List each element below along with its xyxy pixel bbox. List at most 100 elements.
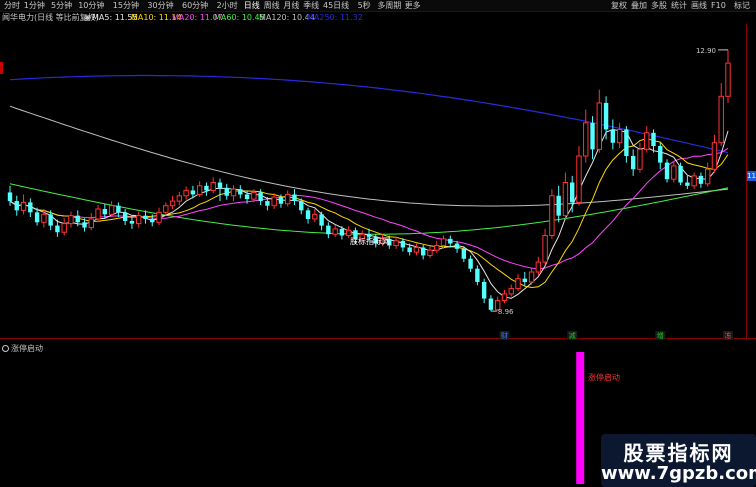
candle-body xyxy=(258,192,263,202)
candle-body xyxy=(285,193,291,205)
candle-body xyxy=(169,200,176,207)
candle-body xyxy=(501,293,508,302)
last-price-tag: 11 xyxy=(747,171,756,181)
low-price-label: 8.96 xyxy=(498,308,514,316)
candle-body xyxy=(671,165,677,180)
candle-body xyxy=(299,201,304,211)
indicator-signal-bar xyxy=(576,352,585,484)
candle-body xyxy=(116,205,121,213)
event-marker-0: 财 xyxy=(501,331,508,340)
candle-body xyxy=(603,102,609,130)
candle-body xyxy=(238,189,243,195)
candle-body xyxy=(88,218,94,229)
indicator-title: 涨停启动 xyxy=(2,343,43,354)
kline-chart-svg[interactable]: 12.90 8.96 股标指标网财 减 增 冻 xyxy=(0,0,756,487)
candle-body xyxy=(508,288,514,295)
candle-body xyxy=(685,182,690,186)
candle-body xyxy=(339,228,345,236)
candle-body xyxy=(61,223,67,233)
candle-body xyxy=(14,201,19,211)
candle-body xyxy=(711,142,718,170)
candle-body xyxy=(658,146,663,163)
candle-body xyxy=(129,220,135,224)
candle-body xyxy=(481,281,487,299)
candle-body xyxy=(570,182,575,203)
candle-body xyxy=(468,258,473,269)
candle-body xyxy=(7,192,13,202)
candle-body xyxy=(204,185,209,191)
candle-body xyxy=(20,201,27,211)
candle-body xyxy=(143,215,148,219)
candle-body xyxy=(596,102,603,150)
watermark-title: 股票指标网 xyxy=(623,441,734,465)
candle-body xyxy=(271,196,277,207)
ma5-line xyxy=(9,128,729,299)
candle-body xyxy=(319,214,324,226)
candle-body xyxy=(475,268,480,282)
candle-body xyxy=(448,238,453,244)
event-marker-1: 减 xyxy=(569,331,576,340)
candle-body xyxy=(718,95,724,144)
candle-body xyxy=(556,195,561,216)
candle-body xyxy=(528,271,535,283)
candle-body xyxy=(678,165,683,183)
candle-body xyxy=(616,128,623,144)
candle-body xyxy=(400,240,406,248)
candle-body xyxy=(305,210,311,219)
candle-body xyxy=(644,132,650,150)
candle-body xyxy=(265,201,270,206)
candle-body xyxy=(393,240,399,246)
candle-body xyxy=(345,229,352,237)
candle-body xyxy=(196,185,203,195)
candle-body xyxy=(583,122,589,157)
candle-body xyxy=(95,208,101,220)
candle-body xyxy=(34,212,40,223)
candle-body xyxy=(108,205,115,215)
candle-body xyxy=(150,218,155,223)
candle-body xyxy=(332,228,338,235)
candle-body xyxy=(217,182,223,188)
candle-body xyxy=(75,215,80,223)
candle-body xyxy=(183,189,189,197)
candle-body xyxy=(156,211,162,223)
candle-body xyxy=(590,122,595,150)
candle-body xyxy=(163,205,169,213)
candle-body xyxy=(624,129,629,156)
candle-body xyxy=(515,278,521,290)
high-price-label: 12.90 xyxy=(696,47,716,55)
event-marker-3: 冻 xyxy=(725,331,732,340)
chart-window: 分时 1分钟 5分钟 10分钟 15分钟 30分钟 60分钟 2小时 日线 周线 月线 季线 45日线 5… xyxy=(0,0,756,487)
candle-body xyxy=(691,175,697,187)
ma120-line xyxy=(9,105,729,207)
candle-body xyxy=(549,195,555,237)
indicator-circle-icon[interactable] xyxy=(2,345,9,352)
candle-body xyxy=(224,187,229,196)
candle-body xyxy=(427,249,433,256)
candle-body xyxy=(244,194,250,200)
candle-body xyxy=(725,62,731,97)
event-marker-2: 增 xyxy=(657,331,664,340)
candle-body xyxy=(55,225,60,233)
candle-body xyxy=(312,213,318,220)
indicator-signal-label: 涨停启动 xyxy=(588,373,620,382)
candle-body xyxy=(434,244,440,251)
candle-body xyxy=(420,247,426,256)
candle-body xyxy=(413,246,420,253)
candle-body xyxy=(326,225,331,235)
left-edge-marker xyxy=(0,62,3,74)
candle-body xyxy=(230,188,237,197)
candle-body xyxy=(461,248,467,259)
candle-body xyxy=(664,162,670,180)
site-watermark: 股票指标网 www.7gpzb.com xyxy=(601,434,756,487)
candle-body xyxy=(41,213,47,223)
center-watermark: 股标指标网 xyxy=(350,236,390,246)
candle-body xyxy=(542,235,548,263)
candle-body xyxy=(28,202,33,213)
candle-body xyxy=(251,191,257,200)
candle-body xyxy=(535,261,542,273)
candle-body xyxy=(122,212,128,221)
candle-body xyxy=(637,148,643,170)
candle-body xyxy=(651,132,656,147)
candle-body xyxy=(454,243,460,249)
candle-body xyxy=(704,168,711,185)
